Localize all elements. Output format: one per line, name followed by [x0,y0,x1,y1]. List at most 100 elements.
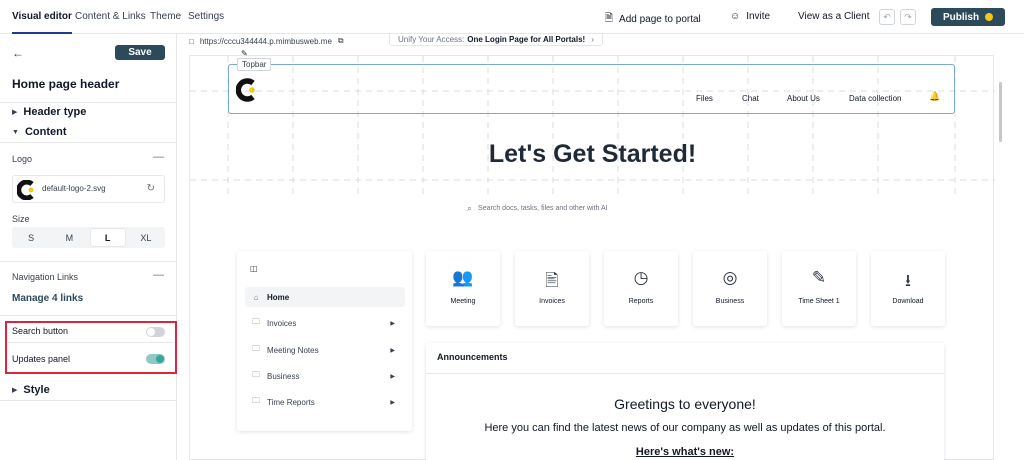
logo-label: Logo [12,154,33,164]
chevron-right-icon: › [591,35,594,44]
size-option-xl[interactable]: XL [129,229,163,246]
tab-visual-editor[interactable]: Visual editor [12,11,72,34]
refresh-icon[interactable]: ↻ [147,183,155,194]
size-option-m[interactable]: M [52,229,86,246]
tile-label: Business [715,298,745,305]
publish-status-dot-icon [985,13,994,21]
logo-file-card[interactable]: default-logo-2.svg ↻ [12,175,165,203]
size-option-l[interactable]: L [90,229,125,246]
tile-download[interactable]: ⭳ Download [871,251,945,326]
publish-label: Publish [942,11,980,23]
caret-down-icon: ▼ [12,128,19,136]
tab-settings[interactable]: Settings [188,11,224,22]
tile-label: Download [892,298,924,305]
save-button[interactable]: Save [115,45,165,60]
collapse-logo-icon[interactable]: — [153,151,164,163]
tab-theme[interactable]: Theme [150,11,181,22]
bell-icon[interactable]: 🔔 [929,91,940,102]
redo-icon[interactable]: ↷ [900,9,916,25]
divider [0,400,176,401]
logo-thumbnail-icon [17,180,34,200]
nav-item-label: Time Reports [267,397,315,407]
tile-label: Reports [628,298,654,305]
search-button-toggle[interactable] [146,327,165,337]
nav-links-label: Navigation Links [12,272,79,282]
section-label: Header type [23,106,87,118]
panel-title: Home page header [12,77,120,91]
nav-link-chat[interactable]: Chat [742,94,759,103]
browser-frame-icon: □ [189,36,194,46]
home-icon: ⌂ [253,292,259,302]
nav-item-invoices[interactable]: 🗀 Invoices ▶ [245,313,405,333]
nav-item-home[interactable]: ⌂ Home [245,287,405,307]
copy-icon[interactable]: ⧉ [338,36,344,46]
nav-link-files[interactable]: Files [696,94,713,103]
topbar-selection[interactable]: Files Chat About Us Data collection 🔔 [228,64,955,114]
divider [426,373,944,374]
updates-panel-toggle[interactable] [146,354,165,364]
section-content[interactable]: ▼ Content [0,122,176,142]
invite-button[interactable]: ☺ Invite [730,11,770,22]
caret-right-icon: ▶ [12,387,18,394]
back-arrow-icon[interactable]: ← [12,46,24,60]
tile-time-sheet[interactable]: ✎ Time Sheet 1 [782,251,856,326]
preview-url: https://cccu344444.p.mimbusweb.me [199,36,332,46]
caret-right-icon: ▶ [390,373,395,380]
pencil-icon: ✎ [811,268,827,287]
announcement-link[interactable]: Here's what's new: [426,446,944,458]
undo-icon[interactable]: ↶ [879,9,895,25]
add-page-icon: 🗎 [605,13,614,24]
nav-item-label: Invoices [267,318,297,328]
announcement-body: Here you can find the latest news of our… [484,422,886,434]
tile-business[interactable]: ◎ Business [693,251,767,326]
caret-right-icon: ▶ [390,399,395,406]
search-button-label: Search button [12,326,69,336]
caret-right-icon: ▶ [12,109,18,116]
preview-canvas: □ https://cccu344444.p.mimbusweb.me ⧉ Un… [177,34,1024,460]
announcements-panel: Announcements Greetings to everyone! Her… [426,343,944,460]
collapse-nav-links-icon[interactable]: — [153,269,164,281]
divider [0,315,176,316]
section-header-type[interactable]: ▶ Header type [0,102,176,122]
view-as-client-button[interactable]: View as a Client [798,11,870,22]
toggle-knob [156,355,164,363]
folder-icon: 🗀 [252,317,260,326]
navigation-card: ◫ ⌂ Home 🗀 Invoices ▶ 🗀 Meeting Notes ▶ … [237,251,412,431]
section-label: Content [24,126,67,138]
nav-item-meeting-notes[interactable]: 🗀 Meeting Notes ▶ [245,340,405,360]
add-page-button[interactable]: 🗎 Add page to portal [605,11,701,28]
top-navigation: Visual editor Content & Links Theme Sett… [0,0,1024,34]
topbar-tag: Topbar [237,58,272,71]
nav-link-about-us[interactable]: About Us [787,94,820,103]
target-icon: ◎ [722,268,738,287]
size-selector: S M L XL [12,227,165,248]
manage-links-link[interactable]: Manage 4 links [12,293,83,304]
caret-right-icon: ▶ [390,320,395,327]
preview-page-tab[interactable]: Unify Your Access: One Login Page for Al… [389,34,603,46]
nav-link-data-collection[interactable]: Data collection [849,94,901,103]
hero-title: Let's Get Started! [488,140,697,168]
nav-item-time-reports[interactable]: 🗀 Time Reports ▶ [245,392,405,412]
publish-button[interactable]: Publish [931,8,1005,26]
announcements-title: Announcements [437,352,508,362]
tile-meeting[interactable]: 👥 Meeting [426,251,500,326]
tile-invoices[interactable]: 🖹 Invoices [515,251,589,326]
size-option-s[interactable]: S [14,229,48,246]
invite-label: Invite [746,11,771,22]
sidebar-toggle-icon[interactable]: ◫ [250,264,258,273]
divider [0,261,176,262]
clock-icon: ◷ [633,268,649,287]
preview-scrollbar[interactable] [999,82,1002,142]
divider [8,342,174,343]
invite-icon: ☺ [730,11,741,22]
tile-reports[interactable]: ◷ Reports [604,251,678,326]
search-icon: ⌕ [467,203,473,213]
nav-item-business[interactable]: 🗀 Business ▶ [245,366,405,386]
section-style[interactable]: ▶ Style [0,380,176,400]
folder-icon: 🗀 [252,370,260,379]
pencil-edit-icon[interactable]: ✎ [241,49,248,58]
tab-content-links[interactable]: Content & Links [75,11,146,22]
tile-label: Time Sheet 1 [798,298,840,305]
search-bar[interactable]: ⌕ Search docs, tasks, files and other wi… [467,203,608,214]
page-tab-bold: One Login Page for All Portals! [467,35,586,44]
